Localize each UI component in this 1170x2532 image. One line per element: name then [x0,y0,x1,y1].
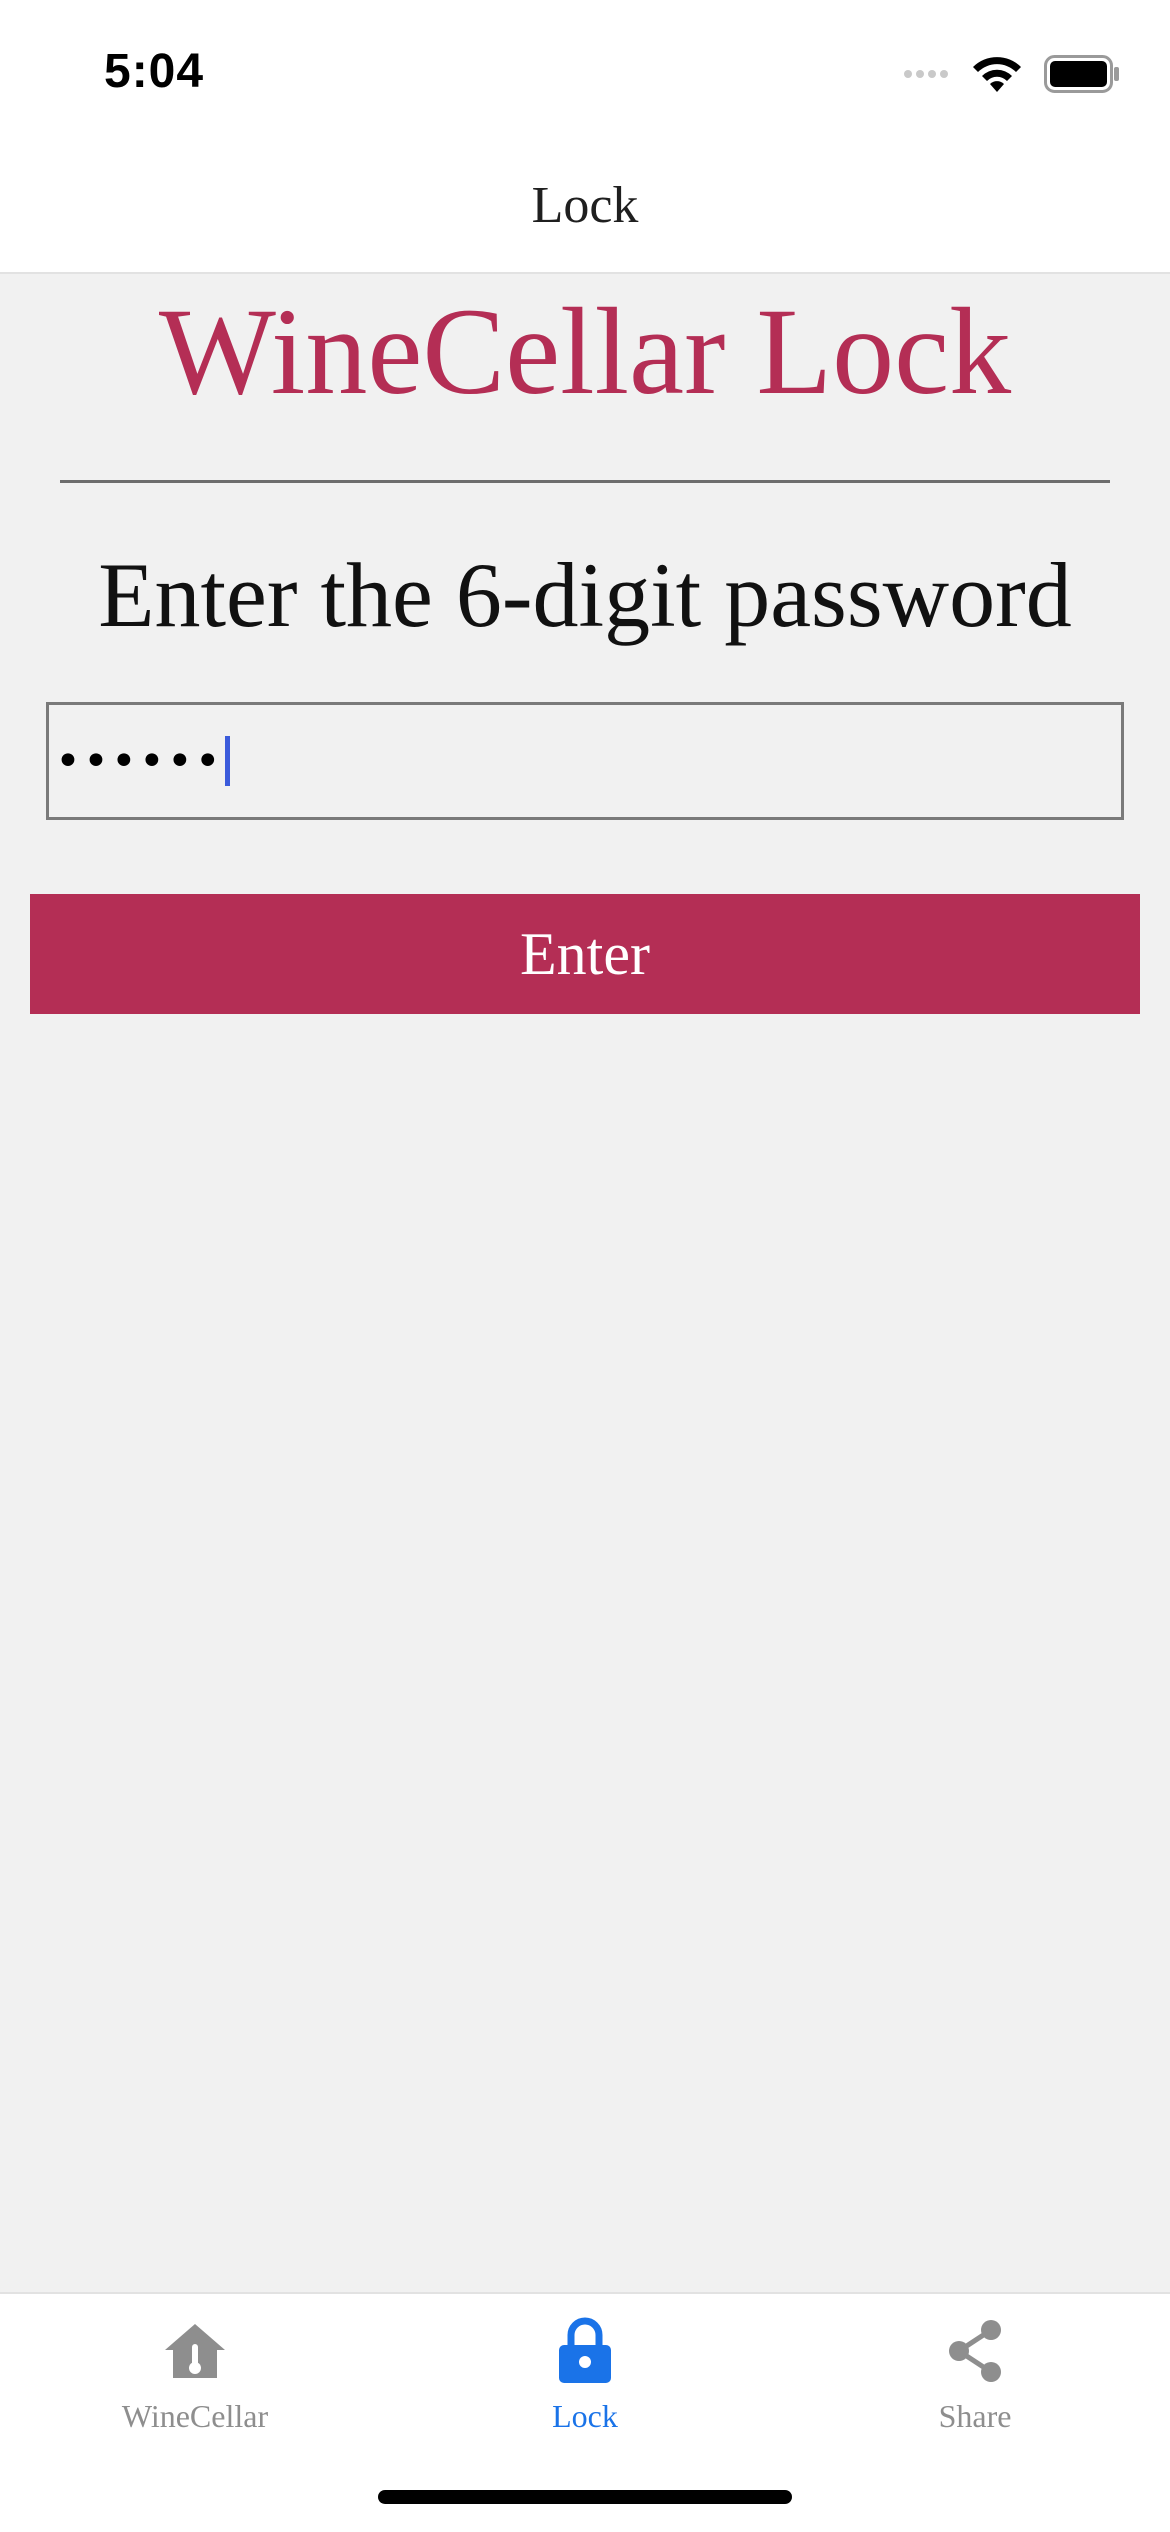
page-title: Lock [531,177,639,234]
lock-screen-content: WineCellar Lock Enter the 6-digit passwo… [0,274,1170,2292]
status-bar: 5:04 [0,0,1170,150]
battery-icon [1044,55,1119,93]
tab-lock[interactable]: Lock [390,2316,780,2435]
tab-label: WineCellar [121,2398,269,2434]
share-icon [943,2316,1007,2386]
password-prompt: Enter the 6-digit password [98,544,1072,646]
tab-label: Lock [552,2398,618,2434]
password-input[interactable]: •••••• [46,702,1124,820]
tab-label: Share [938,2398,1012,2434]
text-cursor [224,736,230,786]
app-heading: WineCellar Lock [158,283,1012,420]
divider [60,480,1110,483]
tab-winecellar[interactable]: WineCellar [0,2316,390,2435]
password-masked-value: •••••• [55,735,223,787]
enter-button[interactable]: Enter [30,894,1140,1014]
wifi-icon [973,57,1021,92]
tab-share[interactable]: Share [780,2316,1170,2435]
status-time: 5:04 [104,45,205,98]
cellular-signal-icon [904,70,952,78]
home-indicator[interactable] [378,2490,792,2504]
status-icons [904,52,1120,96]
lock-icon [557,2316,613,2386]
house-thermometer-icon [163,2316,227,2386]
navigation-header: Lock [0,150,1170,274]
